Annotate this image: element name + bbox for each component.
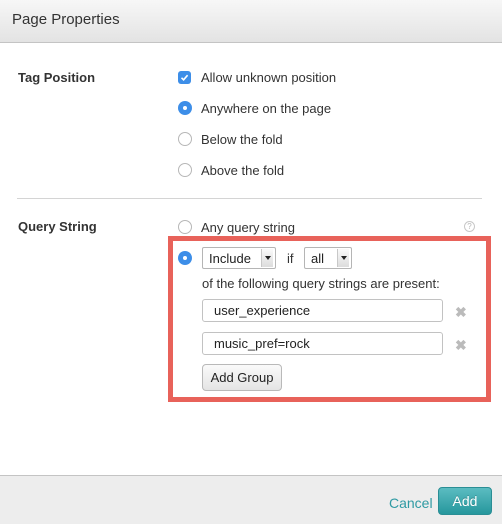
- radio-selected-icon: [178, 251, 192, 265]
- include-select-value: Include: [209, 250, 251, 266]
- radio-unselected-icon: [178, 132, 192, 146]
- cancel-button[interactable]: Cancel: [389, 495, 433, 511]
- add-button[interactable]: Add: [438, 487, 492, 515]
- tag-position-label: Tag Position: [18, 70, 96, 85]
- radio-label: Anywhere on the page: [201, 100, 332, 116]
- match-all-any-select[interactable]: all: [304, 247, 352, 269]
- if-label: if: [287, 251, 294, 266]
- include-exclude-select[interactable]: Include: [202, 247, 276, 269]
- allow-unknown-position-label: Allow unknown position: [201, 69, 337, 85]
- match-select-value: all: [311, 250, 325, 266]
- remove-query-string-1-icon[interactable]: ✖: [455, 305, 467, 319]
- help-icon[interactable]: ?: [464, 221, 475, 232]
- radio-label: Below the fold: [201, 131, 283, 147]
- query-string-input-2[interactable]: [202, 332, 443, 355]
- dropdown-arrow-icon: [261, 249, 273, 267]
- radio-below-the-fold[interactable]: Below the fold: [178, 131, 283, 147]
- allow-unknown-position-checkbox[interactable]: Allow unknown position: [178, 69, 336, 85]
- dropdown-arrow-icon: [337, 249, 349, 267]
- radio-anywhere-on-page[interactable]: Anywhere on the page: [178, 100, 331, 116]
- dialog-footer: Cancel Add: [0, 475, 502, 524]
- dialog-header: Page Properties: [0, 0, 502, 43]
- radio-label: Any query string: [201, 219, 295, 235]
- radio-above-the-fold[interactable]: Above the fold: [178, 162, 284, 178]
- radio-custom-query-string[interactable]: [178, 250, 192, 266]
- radio-any-query-string[interactable]: Any query string: [178, 219, 295, 235]
- query-string-input-1[interactable]: [202, 299, 443, 322]
- radio-label: Above the fold: [201, 162, 285, 178]
- add-group-button[interactable]: Add Group: [202, 364, 282, 391]
- query-string-label: Query String: [18, 219, 97, 234]
- section-divider: [17, 198, 482, 199]
- checkbox-checked-icon: [178, 70, 191, 84]
- dialog-title: Page Properties: [12, 11, 120, 28]
- remove-query-string-2-icon[interactable]: ✖: [455, 338, 467, 352]
- radio-unselected-icon: [178, 163, 192, 177]
- radio-selected-icon: [178, 101, 192, 115]
- query-strings-description: of the following query strings are prese…: [202, 276, 440, 291]
- radio-unselected-icon: [178, 220, 192, 234]
